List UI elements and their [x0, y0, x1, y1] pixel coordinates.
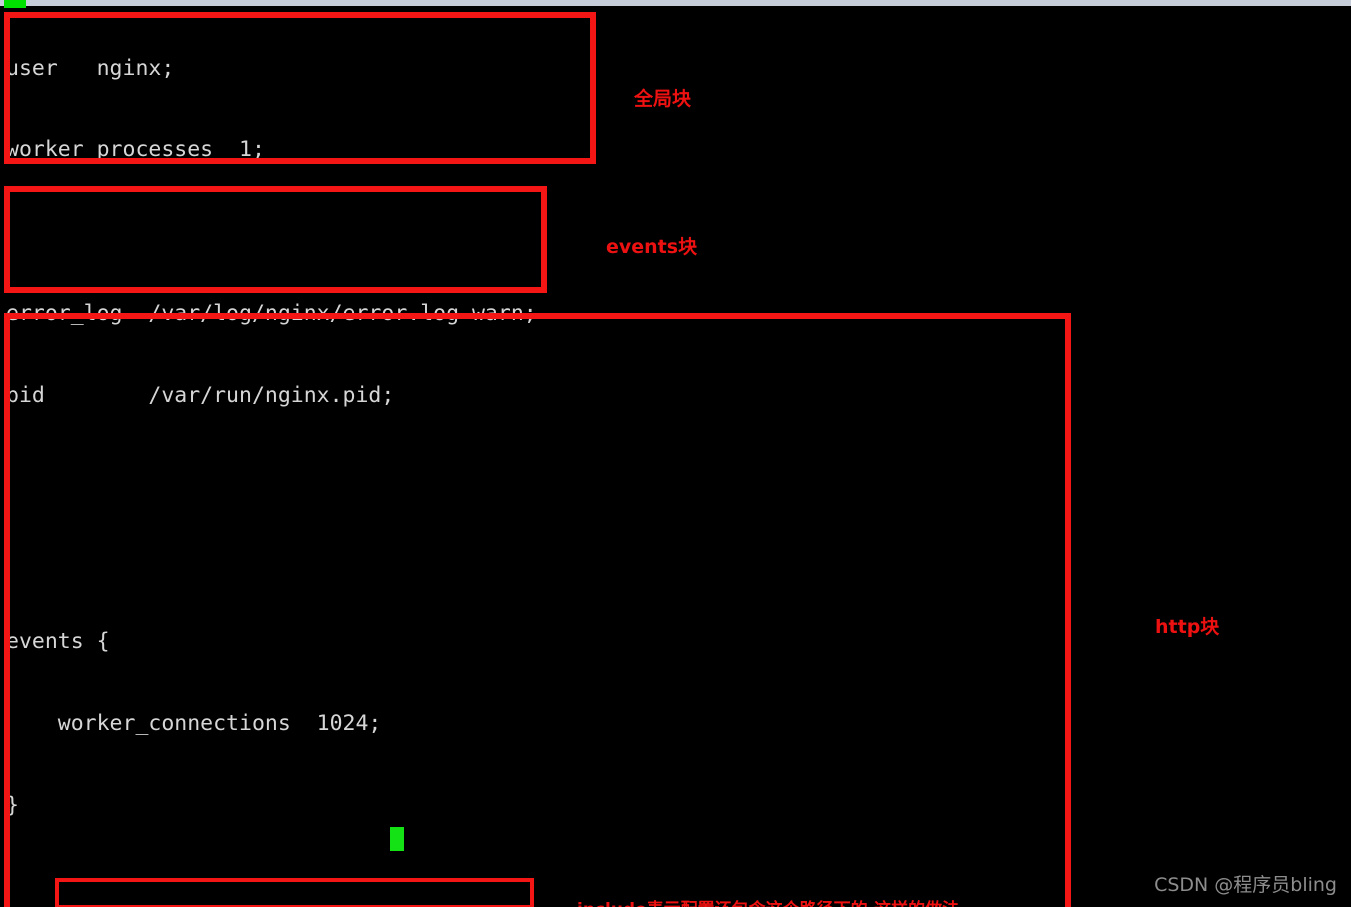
config-line: }	[6, 792, 19, 818]
annotation-label-http-block: http块	[1155, 616, 1220, 638]
config-line: worker_processes 1;	[6, 137, 265, 163]
csdn-watermark: CSDN @程序员bling	[1154, 874, 1337, 896]
text-cursor-icon	[390, 827, 404, 851]
nginx-config-text: user nginx; worker_processes 1; error_lo…	[0, 0, 1351, 907]
annotation-label-events-block: events块	[606, 236, 698, 258]
config-line	[0, 464, 1351, 491]
config-line	[0, 546, 1351, 573]
terminal-screen: user nginx; worker_processes 1; error_lo…	[0, 0, 1351, 907]
config-line: pid /var/run/nginx.pid;	[6, 383, 395, 409]
annotation-note-include: include表示配置还包含这个路径下的,这样的做法 可以分散配置,不必拥挤在一…	[577, 840, 959, 907]
config-line: worker_connections 1024;	[6, 710, 382, 736]
config-line: user nginx;	[6, 55, 175, 81]
annotation-note-include-line1: include表示配置还包含这个路径下的,这样的做法	[577, 896, 959, 907]
config-line: error_log /var/log/nginx/error.log warn;	[6, 301, 537, 327]
config-line: events {	[6, 628, 110, 654]
annotation-label-global-block: 全局块	[634, 88, 692, 110]
